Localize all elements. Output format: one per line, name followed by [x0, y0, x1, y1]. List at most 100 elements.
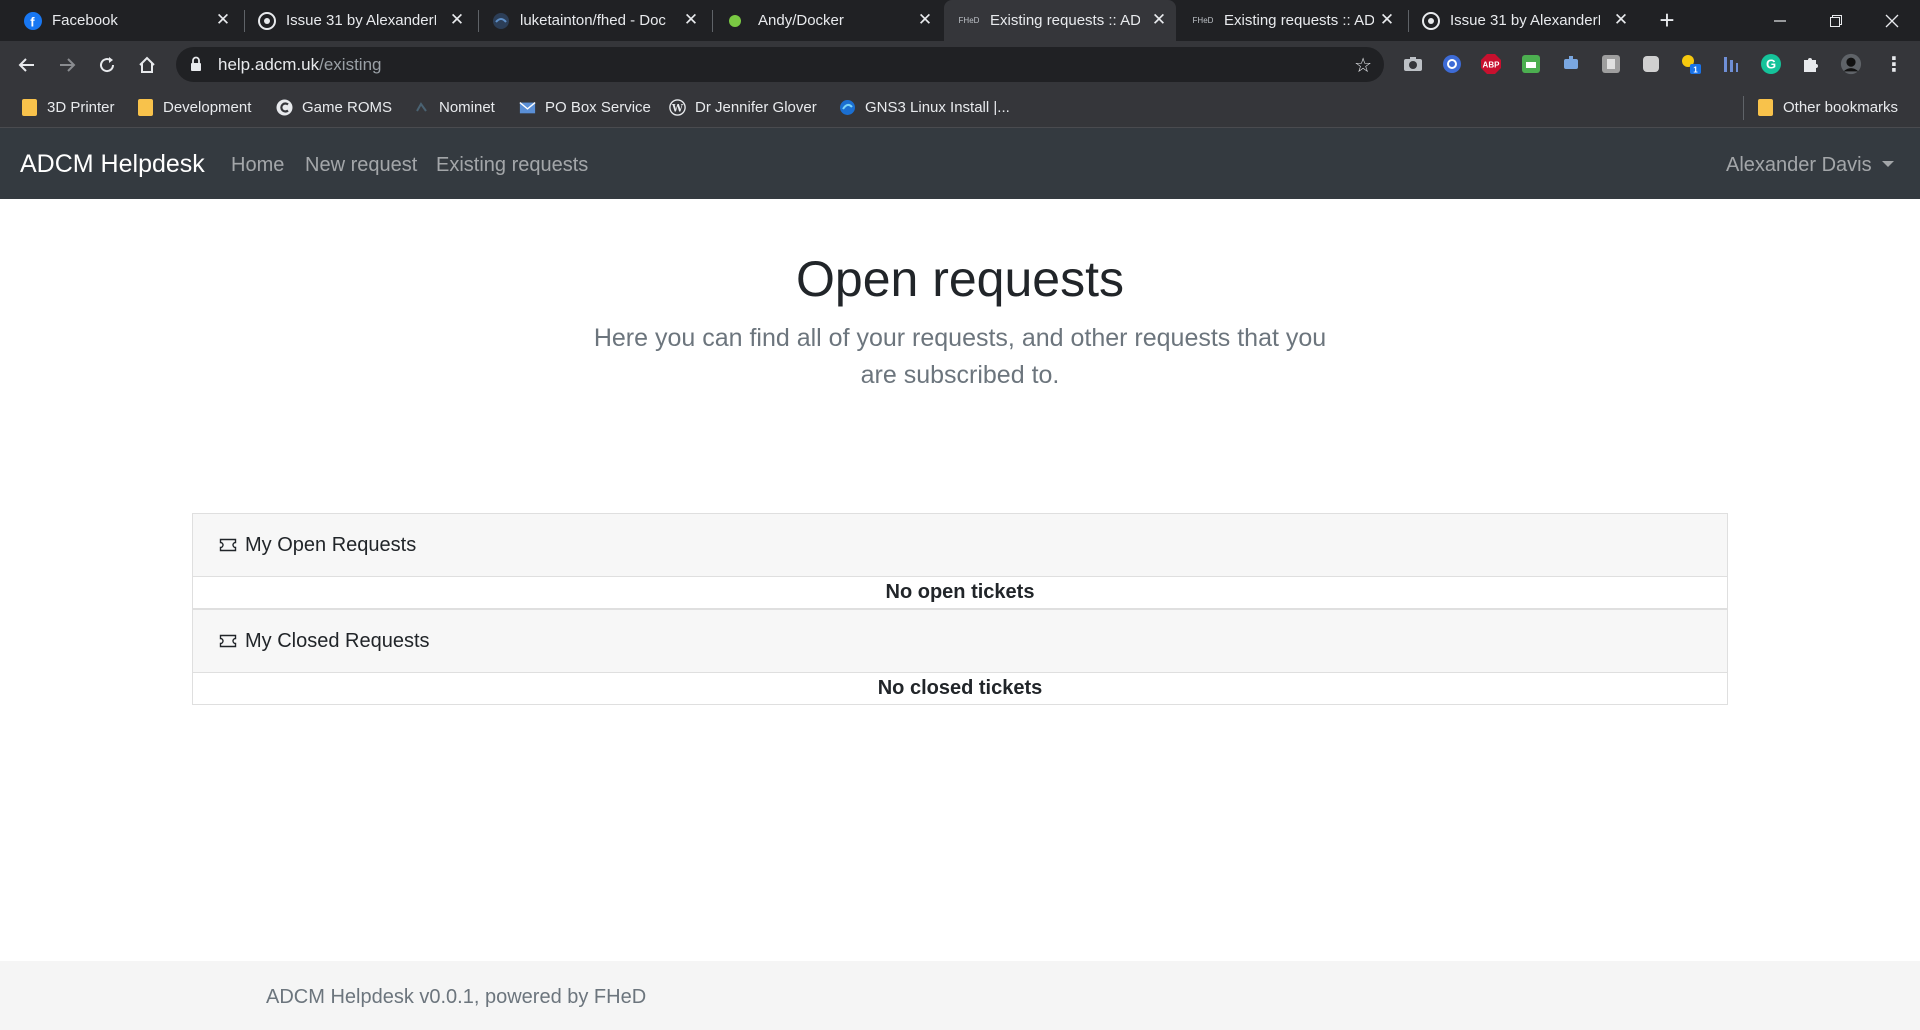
url-text: help.adcm.uk/existing [218, 55, 382, 75]
close-window-button[interactable] [1864, 0, 1920, 41]
translate-extension-icon[interactable] [1600, 53, 1622, 75]
circle-extension-icon[interactable] [1441, 53, 1463, 75]
svg-text:W: W [671, 103, 684, 114]
chevron-down-icon [1881, 161, 1894, 167]
page-lead: Here you can find all of your requests, … [593, 324, 1327, 389]
other-bookmarks-label: Other bookmarks [1783, 98, 1899, 116]
adblock-plus-icon[interactable]: ABP [1480, 53, 1502, 75]
tab-title: Issue 31 by AlexanderD [286, 12, 436, 29]
bookmarks-separator [1743, 96, 1744, 120]
tag-extension-icon[interactable] [1640, 53, 1662, 75]
tab-title: Andy/Docker [758, 12, 844, 29]
printer-extension-icon[interactable] [1520, 53, 1542, 75]
tab-title: Existing requests :: ADC [1224, 12, 1374, 29]
tab-separator [244, 10, 245, 32]
closed-requests-card: My Closed Requests No closed tickets [192, 609, 1728, 705]
app-navbar [0, 128, 1920, 199]
tab-separator [1408, 10, 1409, 32]
close-tab-icon[interactable]: ✕ [448, 11, 466, 29]
green-dot-icon [726, 12, 744, 30]
bookmark-development[interactable]: Development [137, 94, 251, 120]
browser-menu-icon[interactable]: ⋮ [1883, 53, 1905, 76]
bookmark-nominet[interactable]: Nominet [413, 94, 495, 120]
c-logo-icon [276, 99, 293, 116]
restore-window-button[interactable] [1808, 0, 1864, 41]
bookmark-game-roms[interactable]: Game ROMS [276, 94, 392, 120]
tab-separator [712, 10, 713, 32]
tab-title: luketainton/fhed - Doc [520, 12, 666, 29]
tab-github-issue[interactable]: Issue 31 by AlexanderD ✕ [248, 0, 474, 41]
adblock-label: ABP [1483, 61, 1501, 70]
closed-requests-header[interactable]: My Closed Requests [193, 610, 1727, 673]
user-menu-dropdown[interactable]: Alexander Davis [1726, 154, 1894, 177]
tab-existing-requests-active[interactable]: FHeD Existing requests :: ADC ✕ [944, 0, 1176, 41]
profile-avatar-icon[interactable] [1840, 53, 1862, 75]
bookmark-3d-printer[interactable]: 3D Printer [21, 94, 115, 120]
bookmark-label: Dr Jennifer Glover [695, 98, 817, 116]
notification-extension-icon[interactable]: 1 [1680, 53, 1702, 75]
bookmark-gns3-linux-install[interactable]: GNS3 Linux Install |... [839, 94, 1010, 120]
closed-requests-title: My Closed Requests [245, 629, 430, 652]
close-tab-icon[interactable]: ✕ [214, 11, 232, 29]
reload-button[interactable] [92, 50, 122, 80]
open-requests-header[interactable]: My Open Requests [193, 514, 1727, 577]
github-icon [258, 11, 276, 30]
nav-link-new-request[interactable]: New request [305, 154, 417, 177]
nav-link-existing-requests[interactable]: Existing requests [436, 154, 588, 177]
bookmark-label: PO Box Service [545, 98, 651, 116]
folder-icon [21, 98, 38, 116]
bookmark-label: Nominet [439, 98, 495, 116]
minimize-window-button[interactable] [1752, 0, 1808, 41]
wordpress-icon: W [669, 98, 686, 116]
footer-text: ADCM Helpdesk v0.0.1, powered by FHeD [266, 986, 647, 1008]
puzzle-extension-icon[interactable] [1560, 53, 1582, 75]
folder-icon [1757, 98, 1774, 116]
other-bookmarks[interactable]: Other bookmarks [1757, 94, 1898, 120]
tab-existing-requests[interactable]: FHeD Existing requests :: ADC ✕ [1178, 0, 1404, 41]
tab-title: Facebook [52, 12, 118, 29]
bookmark-star-icon[interactable]: ☆ [1354, 53, 1372, 78]
grammarly-icon[interactable]: G [1760, 53, 1782, 75]
close-tab-icon[interactable]: ✕ [916, 11, 934, 29]
closed-requests-empty-message: No closed tickets [877, 677, 1043, 699]
tab-separator [478, 10, 479, 32]
user-name: Alexander Davis [1726, 154, 1872, 176]
bookmark-label: GNS3 Linux Install |... [865, 98, 1010, 116]
tab-title: Issue 31 by AlexanderD [1450, 12, 1600, 29]
tab-github-issue-2[interactable]: Issue 31 by AlexanderD ✕ [1412, 0, 1638, 41]
extension-badge-count: 1 [1693, 66, 1698, 75]
github-icon [1422, 11, 1440, 30]
new-tab-button[interactable]: + [1654, 7, 1680, 34]
tab-facebook[interactable]: f Facebook ✕ [14, 0, 240, 41]
address-bar[interactable]: help.adcm.uk/existing ☆ [176, 47, 1384, 82]
fhed-icon: FHeD [958, 16, 980, 25]
forward-button[interactable] [52, 50, 82, 80]
back-button[interactable] [12, 50, 42, 80]
bookmark-label: Game ROMS [302, 98, 393, 116]
open-requests-title: My Open Requests [245, 533, 417, 556]
grammarly-label: G [1766, 57, 1776, 72]
tab-andy-docker[interactable]: Andy/Docker ✕ [716, 0, 942, 41]
nav-link-home[interactable]: Home [231, 154, 284, 177]
camera-extension-icon[interactable] [1402, 53, 1424, 75]
close-tab-icon[interactable]: ✕ [682, 11, 700, 29]
bookmark-dr-jennifer-glover[interactable]: W Dr Jennifer Glover [669, 94, 817, 120]
bookmark-label: 3D Printer [47, 98, 115, 116]
edge-icon [839, 99, 856, 116]
bars-extension-icon[interactable] [1720, 53, 1742, 75]
home-button[interactable] [132, 50, 162, 80]
lock-icon[interactable] [190, 56, 202, 77]
close-tab-icon[interactable]: ✕ [1150, 11, 1168, 29]
folder-icon [137, 98, 154, 116]
bookmark-po-box-service[interactable]: PO Box Service [519, 94, 651, 120]
nominet-icon [413, 99, 430, 116]
tab-title: Existing requests :: ADC [990, 12, 1140, 29]
close-tab-icon[interactable]: ✕ [1378, 11, 1396, 29]
close-tab-icon[interactable]: ✕ [1612, 11, 1630, 29]
extensions-puzzle-icon[interactable] [1800, 53, 1822, 75]
bookmark-label: Development [163, 98, 252, 116]
fhed-icon: FHeD [1192, 16, 1214, 25]
navbar-brand[interactable]: ADCM Helpdesk [20, 150, 205, 179]
open-requests-card: My Open Requests No open tickets [192, 513, 1728, 609]
tab-docker[interactable]: luketainton/fhed - Doc ✕ [482, 0, 708, 41]
